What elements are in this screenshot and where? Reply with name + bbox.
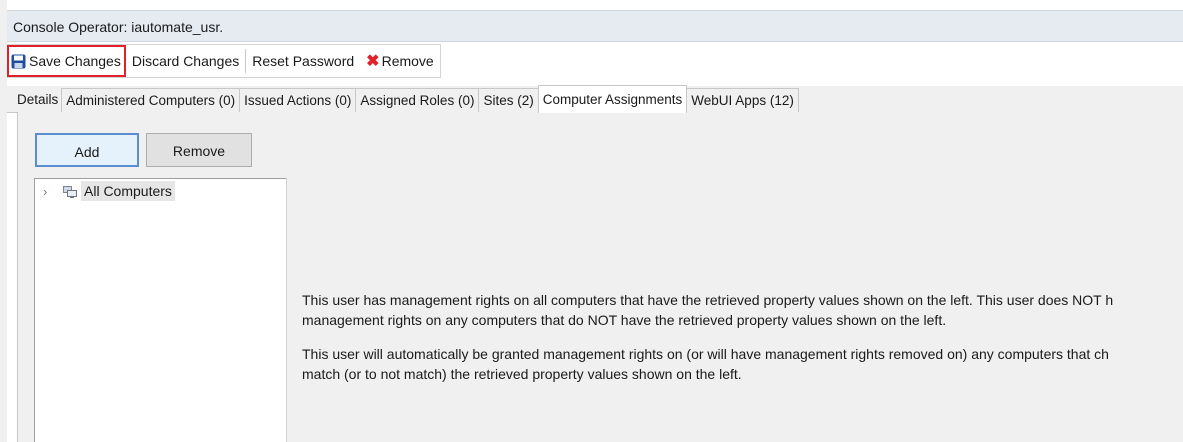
save-changes-button[interactable]: Save Changes: [7, 45, 126, 77]
computer-assignments-panel: Add Remove › All Computers This user has…: [17, 112, 1183, 442]
reset-password-button[interactable]: Reset Password: [246, 45, 360, 77]
window-title: Console Operator: iautomate_usr.: [7, 10, 1183, 42]
tab-administered-computers[interactable]: Administered Computers (0): [61, 88, 241, 113]
remove-button[interactable]: ✖ Remove: [360, 45, 440, 77]
save-changes-label: Save Changes: [29, 53, 121, 69]
discard-changes-button[interactable]: Discard Changes: [126, 45, 245, 77]
computer-group-icon: [63, 185, 77, 198]
tab-computer-assignments[interactable]: Computer Assignments: [537, 85, 688, 113]
assignment-info: This user has management rights on all c…: [302, 290, 1183, 398]
info-line-1: This user has management rights on all c…: [302, 292, 1114, 308]
red-x-icon: ✖: [366, 53, 380, 70]
panel-remove-button[interactable]: Remove: [146, 133, 252, 167]
tab-issued-actions[interactable]: Issued Actions (0): [239, 88, 357, 113]
remove-label: Remove: [381, 53, 434, 69]
tab-assigned-roles[interactable]: Assigned Roles (0): [355, 88, 480, 113]
info-line-2: management rights on any computers that …: [302, 312, 947, 328]
operator-window: Console Operator: iautomate_usr. Save Ch…: [7, 0, 1183, 442]
add-button[interactable]: Add: [35, 133, 139, 167]
tree-item-label: All Computers: [81, 181, 175, 201]
tab-sites[interactable]: Sites (2): [478, 88, 539, 113]
pane-divider[interactable]: [286, 178, 287, 442]
tab-details[interactable]: Details: [13, 88, 62, 112]
info-line-4: match (or to not match) the retrieved pr…: [302, 366, 742, 382]
tab-webui-apps[interactable]: WebUI Apps (12): [686, 88, 799, 113]
save-icon: [11, 54, 26, 69]
info-line-3: This user will automatically be granted …: [302, 346, 1109, 362]
tree-item-all-computers[interactable]: › All Computers: [43, 181, 175, 201]
property-tree[interactable]: › All Computers: [34, 178, 287, 442]
toolbar: Save Changes Discard Changes Reset Passw…: [7, 44, 441, 78]
tab-bar: Details Administered Computers (0) Issue…: [7, 85, 1183, 113]
chevron-right-icon[interactable]: ›: [43, 184, 57, 199]
